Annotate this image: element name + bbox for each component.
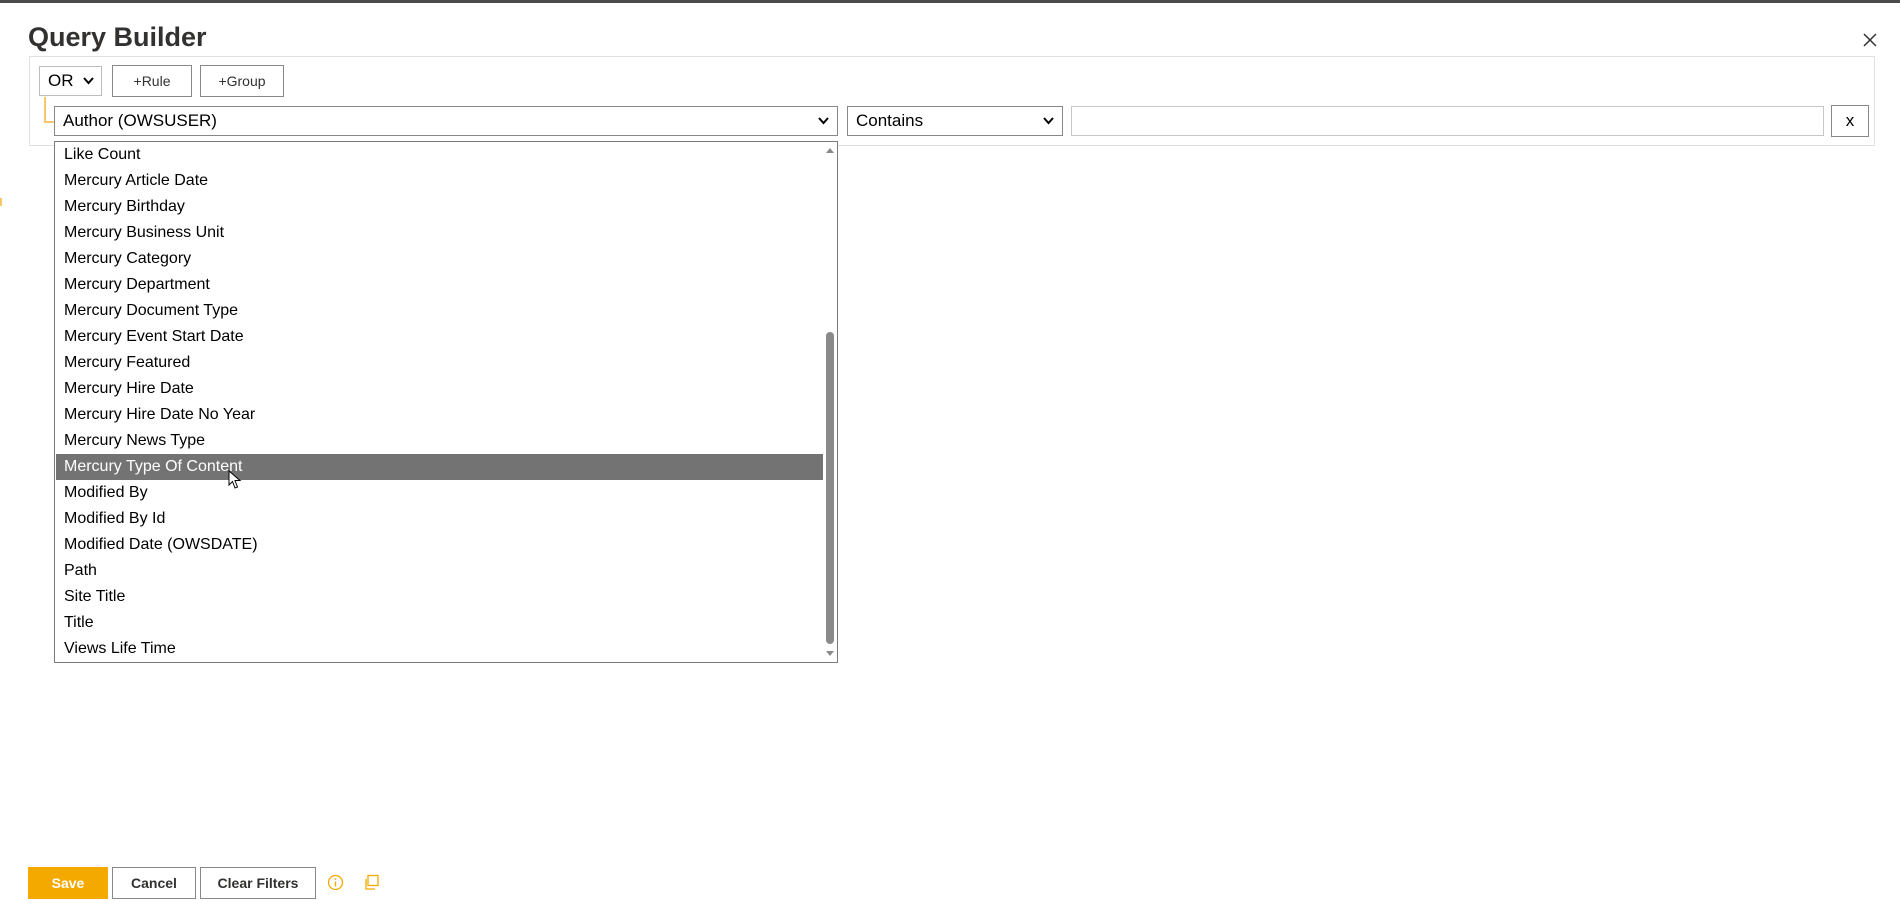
dropdown-option[interactable]: Views Life Time xyxy=(56,636,823,662)
copy-icon[interactable] xyxy=(363,874,380,891)
dropdown-option[interactable]: Mercury Featured xyxy=(56,350,823,376)
dialog-title: Query Builder xyxy=(28,22,207,52)
dropdown-option[interactable]: Modified Date (OWSDATE) xyxy=(56,532,823,558)
chevron-down-icon xyxy=(83,77,94,85)
dropdown-option[interactable]: Modified By Id xyxy=(56,506,823,532)
dropdown-option[interactable]: Mercury Hire Date xyxy=(56,376,823,402)
chevron-down-icon xyxy=(818,117,829,125)
dropdown-option[interactable]: Mercury Category xyxy=(56,246,823,272)
scroll-up-arrow-icon[interactable] xyxy=(826,148,834,153)
chevron-down-icon xyxy=(1043,117,1054,125)
field-select-value: Author (OWSUSER) xyxy=(63,111,217,130)
save-button[interactable]: Save xyxy=(28,867,108,899)
dropdown-option[interactable]: Mercury News Type xyxy=(56,428,823,454)
condition-value: OR xyxy=(48,71,74,90)
dropdown-option[interactable]: Mercury Business Unit xyxy=(56,220,823,246)
dropdown-option[interactable]: Mercury Event Start Date xyxy=(56,324,823,350)
field-dropdown-list[interactable]: Like Count Mercury Article Date Mercury … xyxy=(54,141,838,663)
dropdown-option[interactable]: Path xyxy=(56,558,823,584)
dropdown-option[interactable]: Like Count xyxy=(56,142,823,168)
dropdown-option[interactable]: Mercury Document Type xyxy=(56,298,823,324)
dropdown-option[interactable]: Title xyxy=(56,610,823,636)
close-icon xyxy=(1863,33,1877,47)
close-button[interactable] xyxy=(1858,28,1882,52)
mouse-cursor-icon xyxy=(228,470,242,489)
operator-select-value: Contains xyxy=(856,111,924,130)
dropdown-option[interactable]: Modified By xyxy=(56,480,823,506)
scroll-down-arrow-icon[interactable] xyxy=(826,651,834,656)
clear-filters-button[interactable]: Clear Filters xyxy=(200,867,316,899)
dropdown-option[interactable]: Site Title xyxy=(56,584,823,610)
dropdown-option[interactable]: Mercury Hire Date No Year xyxy=(56,402,823,428)
scrollbar-thumb[interactable] xyxy=(826,332,834,644)
field-select[interactable]: Author (OWSUSER) xyxy=(54,106,838,136)
dropdown-option[interactable]: Mercury Article Date xyxy=(56,168,823,194)
dropdown-scrollbar[interactable] xyxy=(823,142,837,662)
add-rule-button[interactable]: +Rule xyxy=(112,65,192,97)
operator-select[interactable]: Contains xyxy=(847,106,1063,136)
rule-tree-connector xyxy=(44,97,54,123)
add-group-button[interactable]: +Group xyxy=(200,65,284,97)
edge-marker xyxy=(0,198,2,206)
delete-rule-button[interactable]: x xyxy=(1831,105,1869,137)
window-top-border xyxy=(0,0,1900,3)
cancel-button[interactable]: Cancel xyxy=(112,867,196,899)
condition-select[interactable]: OR xyxy=(39,66,102,96)
dropdown-option-highlighted[interactable]: Mercury Type Of Content xyxy=(56,454,823,480)
info-icon[interactable] xyxy=(327,874,344,891)
rule-value-input[interactable] xyxy=(1071,106,1824,136)
dropdown-option[interactable]: Mercury Birthday xyxy=(56,194,823,220)
dropdown-option[interactable]: Mercury Department xyxy=(56,272,823,298)
